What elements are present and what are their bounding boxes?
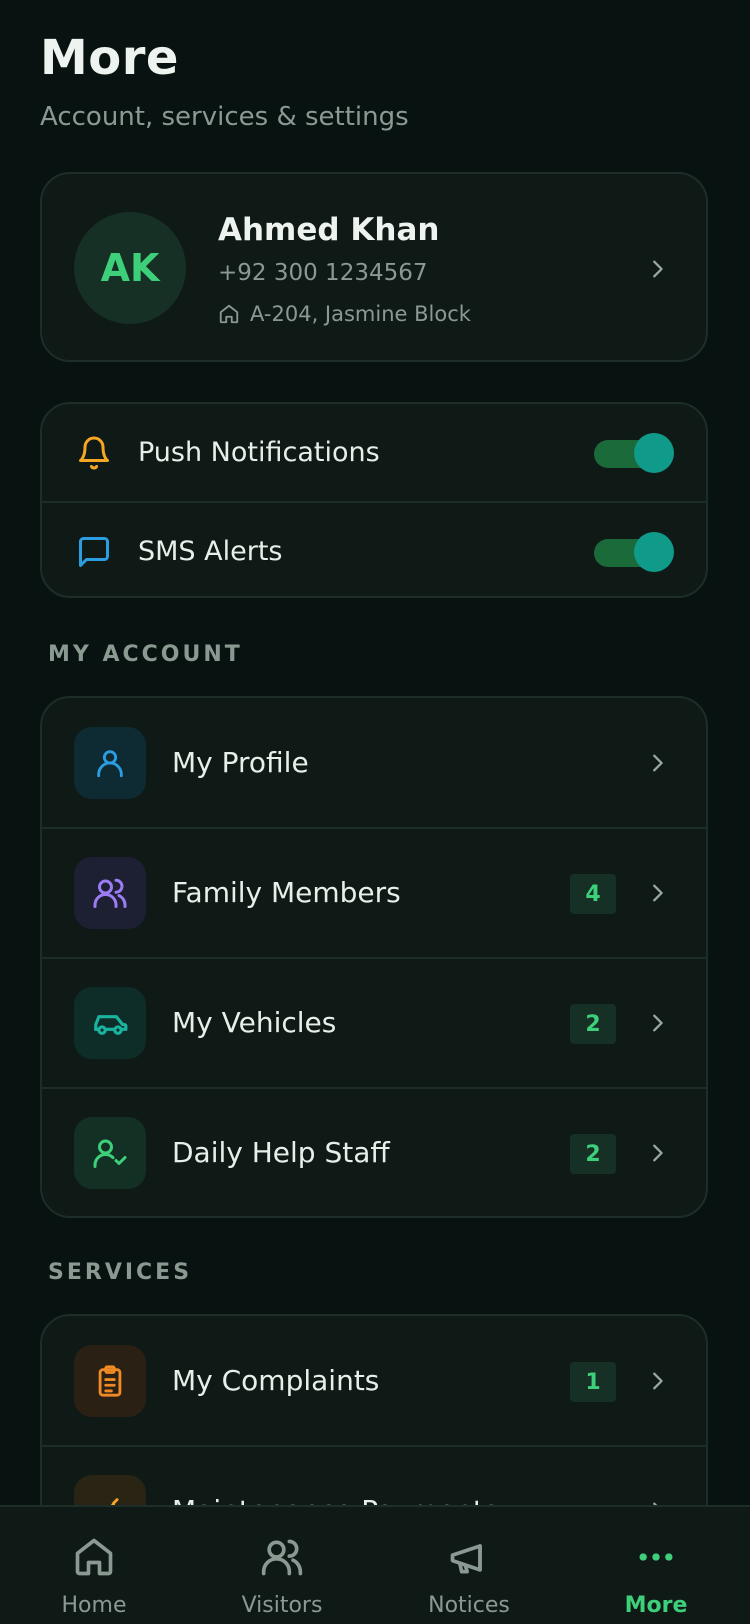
bell-icon [79, 436, 109, 469]
home-icon [219, 304, 239, 324]
chevron-right-icon [653, 260, 663, 278]
user-check-icon [93, 1139, 127, 1168]
menu-item-label: My Vehicles [172, 1006, 337, 1039]
chevron-right-icon [653, 1144, 663, 1162]
section-label-services: SERVICES [48, 1260, 193, 1285]
menu-item-family-members[interactable]: Family Members 4 [42, 828, 706, 958]
menu-icon-tile [74, 1117, 146, 1189]
home-icon [75, 1538, 113, 1576]
menu-icon-tile [74, 987, 146, 1059]
toggle-label-push: Push Notifications [138, 437, 380, 468]
more-dots-icon [639, 1553, 673, 1561]
chevron-right-icon [653, 1372, 663, 1390]
notification-settings-card: Push Notifications SMS Alerts [40, 402, 708, 598]
menu-item-label: My Complaints [172, 1364, 380, 1397]
chevron-right-icon [653, 884, 663, 902]
profile-address-text: A-204, Jasmine Block [250, 302, 471, 326]
my-account-card: My Profile Family Members 4 My Vehicles … [40, 696, 708, 1218]
toggle-row-push: Push Notifications [42, 404, 706, 501]
nav-item-visitors[interactable]: Visitors [188, 1507, 376, 1624]
avatar: AK [74, 212, 186, 324]
profile-phone: +92 300 1234567 [218, 260, 428, 286]
user-icon [97, 750, 123, 778]
nav-item-home[interactable]: Home [0, 1507, 188, 1624]
count-badge: 2 [570, 1004, 616, 1044]
message-icon [79, 536, 109, 567]
menu-item-label: Family Members [172, 876, 401, 909]
nav-label: Home [61, 1593, 127, 1618]
menu-item-label: My Profile [172, 746, 309, 779]
chevron-right-icon [653, 754, 663, 772]
nav-label: Notices [428, 1593, 510, 1618]
section-label-my-account: MY ACCOUNT [48, 642, 243, 667]
profile-address: A-204, Jasmine Block [218, 302, 471, 326]
toggle-knob [634, 531, 674, 572]
users-icon [93, 878, 127, 908]
more-screen: More Account, services & settings AK Ahm… [0, 0, 750, 1624]
bottom-nav: Home Visitors Notices More [0, 1505, 750, 1624]
megaphone-icon [450, 1544, 482, 1574]
profile-card[interactable]: AK Ahmed Khan +92 300 1234567 A-204, Jas… [40, 172, 708, 362]
menu-item-my-vehicles[interactable]: My Vehicles 2 [42, 958, 706, 1088]
toggle-row-sms: SMS Alerts [42, 503, 706, 596]
page-subtitle: Account, services & settings [40, 102, 409, 132]
menu-item-my-profile[interactable]: My Profile [42, 698, 706, 828]
nav-item-notices[interactable]: Notices [375, 1507, 563, 1624]
profile-name: Ahmed Khan [218, 212, 440, 248]
users-icon [261, 1539, 303, 1576]
menu-item-my-complaints[interactable]: My Complaints 1 [42, 1316, 706, 1446]
menu-icon-tile [74, 857, 146, 929]
toggle-label-sms: SMS Alerts [138, 536, 283, 567]
count-badge: 4 [570, 874, 616, 914]
count-badge: 2 [570, 1134, 616, 1174]
count-badge: 1 [570, 1362, 616, 1402]
menu-item-daily-help-staff[interactable]: Daily Help Staff 2 [42, 1088, 706, 1216]
menu-item-label: Daily Help Staff [172, 1136, 390, 1169]
sms-alerts-toggle[interactable] [594, 531, 674, 572]
page-title: More [40, 30, 179, 86]
nav-item-more[interactable]: More [562, 1507, 750, 1624]
toggle-knob [634, 432, 674, 473]
nav-label: Visitors [241, 1593, 323, 1618]
push-notifications-toggle[interactable] [594, 432, 674, 473]
menu-icon-tile [74, 727, 146, 799]
nav-label: More [624, 1593, 688, 1618]
menu-icon-tile [74, 1345, 146, 1417]
car-icon [94, 1015, 128, 1035]
clipboard-icon [98, 1365, 122, 1397]
chevron-right-icon [653, 1014, 663, 1032]
